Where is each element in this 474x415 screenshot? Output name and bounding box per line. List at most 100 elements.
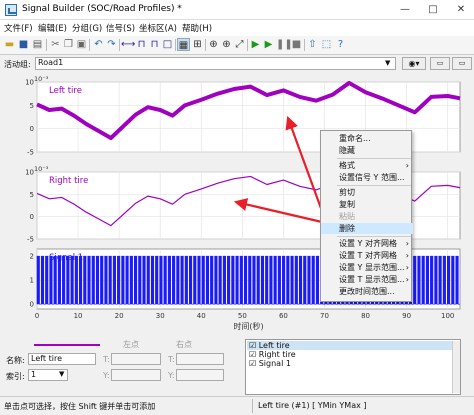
context-menu-item[interactable]: 隐藏 <box>321 145 413 156</box>
undo-icon[interactable]: ↶ <box>92 38 105 51</box>
y-tick-label: 1 <box>30 277 34 285</box>
upload-icon[interactable]: ⇧ <box>306 38 319 51</box>
menu-signal[interactable]: 信号(S) <box>106 22 135 34</box>
zoom-x-icon[interactable]: ⊕ <box>207 38 220 51</box>
minimize-button[interactable]: — <box>392 0 418 20</box>
copy-icon[interactable]: ❐ <box>62 38 75 51</box>
right-point-label: 右点 <box>176 340 192 349</box>
context-menu-label: 更改时间范围... <box>339 287 395 296</box>
menu-group[interactable]: 分组(G) <box>72 22 102 34</box>
context-menu-item[interactable]: 重命名... <box>321 133 413 144</box>
signal-list[interactable]: ☑ Left tire ☑ Right tire ☑ Signal 1 <box>245 339 461 395</box>
fit-icon[interactable]: ⤢ <box>233 38 246 51</box>
menu-edit[interactable]: 编辑(E) <box>38 22 67 34</box>
y-tick-label: 0 <box>30 125 34 133</box>
toolbar: ▬ ■ ▤ ✂ ❐ ▣ ↶ ↷ ⟷ ⊓ ⊓ □ ▦ ⊞ ⊕ ⊕ ⤢ ▶ ▶ ❚❚… <box>0 36 474 55</box>
play-all-icon[interactable]: ▶ <box>262 38 275 51</box>
x-tick-label: 90 <box>402 312 411 320</box>
context-menu-item[interactable]: 设置信号 Y 范围... <box>321 172 413 183</box>
table-icon[interactable]: ⊞ <box>191 38 204 51</box>
context-menu-item[interactable]: 粘贴 <box>321 211 413 222</box>
x-tick-label: 10 <box>74 312 83 320</box>
context-menu-label: 设置 T 对齐网格 <box>339 251 397 260</box>
context-menu-item[interactable]: 设置 Y 显示范围... › <box>321 262 413 273</box>
chevron-down-icon[interactable]: ▼ <box>59 370 64 378</box>
save-icon[interactable]: ■ <box>17 38 30 51</box>
list-item[interactable]: ☑ Right tire <box>249 350 296 359</box>
chevron-right-icon: › <box>405 275 409 284</box>
menu-help[interactable]: 帮助(H) <box>182 22 212 34</box>
y-tick-label: 10 <box>25 79 34 87</box>
context-menu-item[interactable]: 复制 <box>321 199 413 210</box>
right-t-field[interactable] <box>176 353 224 365</box>
y-exponent-label: 10⁻³ <box>34 75 49 83</box>
x-tick-label: 30 <box>156 312 165 320</box>
signal-list-label: Right tire <box>258 350 296 359</box>
title-bar: Signal Builder (SOC/Road Profiles) * — □… <box>0 0 474 20</box>
signal-name-field[interactable]: Left tire <box>28 353 96 365</box>
context-menu-item[interactable]: 删除 <box>321 223 413 234</box>
stop-icon[interactable]: ■ <box>290 38 303 51</box>
list-item[interactable]: ☑ Signal 1 <box>249 359 291 368</box>
chevron-right-icon: › <box>405 161 409 170</box>
left-t-field[interactable] <box>111 353 161 365</box>
grid-icon[interactable]: ▦ <box>177 38 190 51</box>
y-tick-label: 0 <box>30 213 34 221</box>
cut-icon[interactable]: ✂ <box>49 38 62 51</box>
help-icon[interactable]: ? <box>334 38 347 51</box>
status-hint: 单击点可选择，按住 Shift 键并单击可添加 <box>4 402 156 411</box>
chevron-down-icon[interactable]: ▼ <box>385 59 390 67</box>
menu-separator <box>337 158 411 159</box>
active-group-label: 活动组: <box>4 60 31 69</box>
group-nav-button[interactable]: ▭ <box>430 57 450 70</box>
context-menu-item[interactable]: 更改时间范围... <box>321 286 413 297</box>
menu-bar: 文件(F) 编辑(E) 分组(G) 信号(S) 坐标区(A) 帮助(H) <box>0 20 474 36</box>
open-icon[interactable]: ▬ <box>3 38 16 51</box>
checkbox-icon[interactable]: ☑ <box>249 341 256 350</box>
simulink-icon[interactable]: ⬚ <box>320 38 333 51</box>
pulse-icon[interactable]: ⊓ <box>148 38 161 51</box>
left-y-field[interactable] <box>111 369 161 381</box>
active-group-select[interactable]: Road1 <box>35 57 396 70</box>
toolbar-separator <box>247 39 248 51</box>
checkbox-icon[interactable]: ☑ <box>249 350 256 359</box>
active-group-bar: 活动组: Road1 ▼ ◉▾ ▭ ▭ <box>0 55 474 73</box>
checkbox-icon[interactable]: ☑ <box>249 359 256 368</box>
redo-icon[interactable]: ↷ <box>105 38 118 51</box>
x-tick-label: 0 <box>35 312 39 320</box>
context-menu-item[interactable]: 设置 Y 对齐网格 › <box>321 238 413 249</box>
menu-file[interactable]: 文件(F) <box>4 22 33 34</box>
y-exponent-label: 10⁻³ <box>34 165 49 173</box>
signal-title: Left tire <box>49 86 82 96</box>
menu-axes[interactable]: 坐标区(A) <box>139 22 177 34</box>
close-button[interactable]: ✕ <box>448 0 474 20</box>
right-y-field[interactable] <box>176 369 224 381</box>
list-scrollbar[interactable] <box>452 341 460 393</box>
group-nav-button[interactable]: ▭ <box>452 57 472 70</box>
context-menu-item[interactable]: 剪切 <box>321 187 413 198</box>
signal-list-label: Signal 1 <box>258 359 291 368</box>
print-icon[interactable]: ▤ <box>31 38 44 51</box>
group-options-button[interactable]: ◉▾ <box>402 57 426 70</box>
paste-icon[interactable]: ▣ <box>75 38 88 51</box>
name-label: 名称: <box>6 356 25 365</box>
zoom-y-icon[interactable]: ⊕ <box>220 38 233 51</box>
signal-builder-window: Signal Builder (SOC/Road Profiles) * — □… <box>0 0 474 415</box>
context-menu-item[interactable]: 设置 T 对齐网格 › <box>321 250 413 261</box>
context-menu: 重命名... 隐藏格式 › 设置信号 Y 范围... 剪切 复制 粘贴 删除设置 Y 对齐网格… <box>320 130 413 302</box>
context-menu-item[interactable]: 设置 T 显示范围... › <box>321 274 413 285</box>
pause-icon[interactable]: ❚❚ <box>276 38 293 51</box>
menu-separator <box>337 236 411 237</box>
maximize-button[interactable]: □ <box>420 0 446 20</box>
square-icon[interactable]: □ <box>161 38 174 51</box>
play-icon[interactable]: ▶ <box>249 38 262 51</box>
list-item[interactable]: ☑ Left tire <box>249 341 290 350</box>
x-tick-label: 60 <box>279 312 288 320</box>
context-menu-item[interactable]: 格式 › <box>321 160 413 171</box>
x-axis-label: 时间(秒) <box>233 321 263 331</box>
hline-icon[interactable]: ⟷ <box>121 38 135 51</box>
status-divider <box>252 399 253 413</box>
window-title: Signal Builder (SOC/Road Profiles) * <box>22 4 182 14</box>
y-tick-label: 2 <box>30 253 34 261</box>
step-icon[interactable]: ⊓ <box>135 38 148 51</box>
